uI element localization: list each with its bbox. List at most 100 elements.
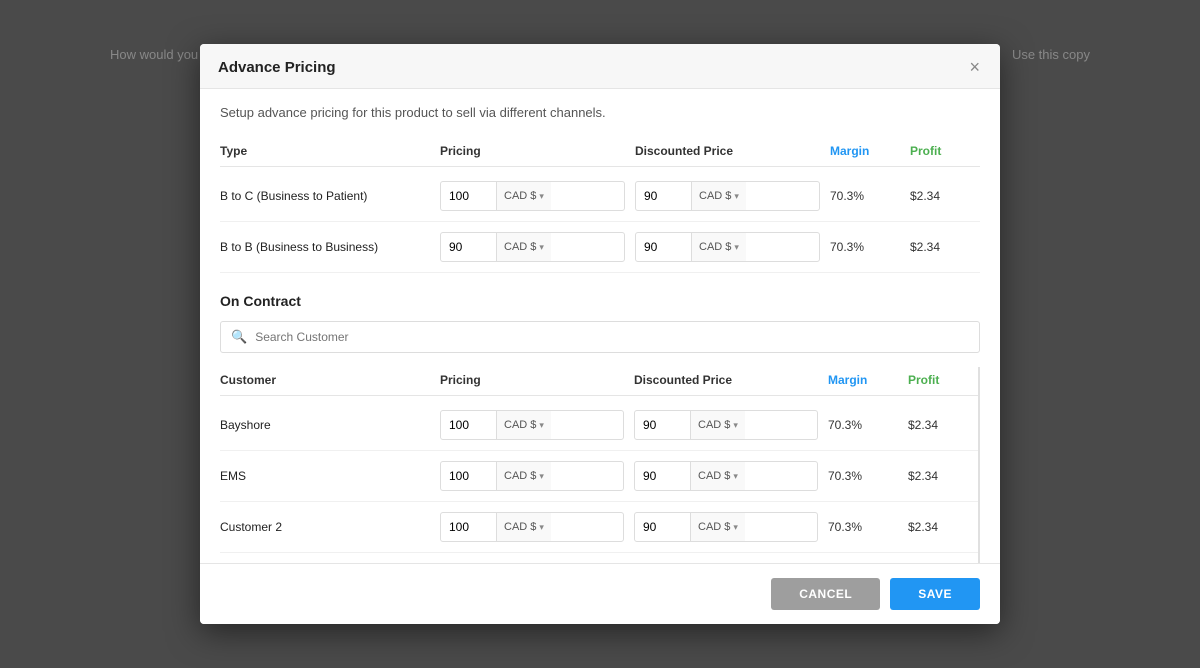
profit-value: $2.34	[910, 240, 980, 254]
th-pricing: Pricing	[440, 144, 635, 158]
search-bar[interactable]: 🔍	[220, 321, 980, 353]
table-row: Bayshore CAD $ ▾ CAD $	[220, 400, 978, 451]
margin-value: 70.3%	[828, 520, 908, 534]
discounted-input[interactable]	[635, 414, 690, 436]
pricing-currency-badge[interactable]: CAD $ ▾	[496, 411, 551, 439]
margin-value: 70.3%	[828, 418, 908, 432]
discounted-currency-label: CAD $	[699, 241, 731, 253]
margin-value: 70.3%	[828, 469, 908, 483]
th-discounted: Discounted Price	[635, 144, 830, 158]
th-pricing: Pricing	[440, 373, 634, 387]
pricing-input[interactable]	[441, 465, 496, 487]
on-contract-section: On Contract 🔍 Customer Pricing Discounte…	[220, 293, 980, 563]
discounted-input[interactable]	[636, 185, 691, 207]
pricing-input[interactable]	[441, 236, 496, 258]
pricing-currency-label: CAD $	[504, 521, 536, 533]
pricing-input-group[interactable]: CAD $ ▾	[440, 232, 625, 262]
contract-table: Customer Pricing Discounted Price Margin…	[220, 367, 980, 563]
th-discounted: Discounted Price	[634, 373, 828, 387]
profit-value: $2.34	[908, 520, 978, 534]
profit-value: $2.34	[908, 469, 978, 483]
save-button[interactable]: SAVE	[890, 578, 980, 610]
on-contract-title: On Contract	[220, 293, 980, 309]
discounted-currency-badge[interactable]: CAD $ ▾	[690, 411, 745, 439]
discounted-currency-badge[interactable]: CAD $ ▾	[691, 233, 746, 261]
discounted-currency-label: CAD $	[699, 190, 731, 202]
discounted-input[interactable]	[635, 465, 690, 487]
modal-title: Advance Pricing	[218, 59, 336, 76]
profit-value: $2.34	[910, 189, 980, 203]
pricing-input-group[interactable]: CAD $ ▾	[440, 461, 624, 491]
search-input[interactable]	[255, 330, 969, 344]
pricing-input[interactable]	[441, 185, 496, 207]
pricing-input-group[interactable]: CAD $ ▾	[440, 410, 624, 440]
chevron-down-icon: ▾	[539, 191, 544, 202]
table-row: B to C (Business to Patient) CAD $ ▾ CAD…	[220, 171, 980, 222]
chevron-down-icon: ▾	[734, 242, 739, 253]
discounted-input-group[interactable]: CAD $ ▾	[635, 181, 820, 211]
pricing-currency-badge[interactable]: CAD $ ▾	[496, 182, 551, 210]
th-profit: Profit	[908, 373, 978, 387]
close-button[interactable]: ×	[967, 58, 982, 76]
search-icon: 🔍	[231, 329, 247, 345]
th-type: Type	[220, 144, 440, 158]
table-row: Customer 2 CAD $ ▾ CAD $	[220, 502, 978, 553]
discounted-input[interactable]	[635, 516, 690, 538]
discounted-input-group[interactable]: CAD $ ▾	[634, 512, 818, 542]
chevron-down-icon: ▾	[539, 420, 544, 431]
pricing-table: Type Pricing Discounted Price Margin Pro…	[220, 138, 980, 273]
discounted-input[interactable]	[636, 236, 691, 258]
modal-overlay: Advance Pricing × Setup advance pricing …	[0, 0, 1200, 668]
margin-value: 70.3%	[830, 189, 910, 203]
pricing-input-group[interactable]: CAD $ ▾	[440, 512, 624, 542]
discounted-currency-badge[interactable]: CAD $ ▾	[690, 462, 745, 490]
modal-body: Setup advance pricing for this product t…	[200, 89, 1000, 563]
pricing-table-header: Type Pricing Discounted Price Margin Pro…	[220, 138, 980, 167]
pricing-currency-label: CAD $	[504, 190, 536, 202]
pricing-currency-badge[interactable]: CAD $ ▾	[496, 513, 551, 541]
chevron-down-icon: ▾	[539, 471, 544, 482]
pricing-input[interactable]	[441, 414, 496, 436]
chevron-down-icon: ▾	[734, 191, 739, 202]
pricing-currency-label: CAD $	[504, 470, 536, 482]
pricing-currency-badge[interactable]: CAD $ ▾	[496, 462, 551, 490]
pricing-input[interactable]	[441, 516, 496, 538]
customer-name: EMS	[220, 469, 440, 483]
table-row: Customer 3 CAD $ ▾ CAD $	[220, 553, 978, 563]
customer-name: Customer 2	[220, 520, 440, 534]
pricing-currency-badge[interactable]: CAD $ ▾	[496, 233, 551, 261]
modal-header: Advance Pricing ×	[200, 44, 1000, 89]
discounted-input-group[interactable]: CAD $ ▾	[634, 461, 818, 491]
modal-subtitle: Setup advance pricing for this product t…	[220, 105, 980, 120]
margin-value: 70.3%	[830, 240, 910, 254]
th-margin: Margin	[830, 144, 910, 158]
pricing-input-group[interactable]: CAD $ ▾	[440, 181, 625, 211]
discounted-currency-label: CAD $	[698, 419, 730, 431]
customer-name: Bayshore	[220, 418, 440, 432]
advance-pricing-modal: Advance Pricing × Setup advance pricing …	[200, 44, 1000, 624]
discounted-currency-badge[interactable]: CAD $ ▾	[690, 513, 745, 541]
row-type: B to C (Business to Patient)	[220, 189, 440, 203]
discounted-input-group[interactable]: CAD $ ▾	[635, 232, 820, 262]
discounted-currency-label: CAD $	[698, 470, 730, 482]
pricing-currency-label: CAD $	[504, 419, 536, 431]
profit-value: $2.34	[908, 418, 978, 432]
chevron-down-icon: ▾	[539, 242, 544, 253]
discounted-currency-label: CAD $	[698, 521, 730, 533]
chevron-down-icon: ▾	[733, 471, 738, 482]
discounted-currency-badge[interactable]: CAD $ ▾	[691, 182, 746, 210]
table-row: B to B (Business to Business) CAD $ ▾ CA…	[220, 222, 980, 273]
row-type: B to B (Business to Business)	[220, 240, 440, 254]
th-margin: Margin	[828, 373, 908, 387]
pricing-currency-label: CAD $	[504, 241, 536, 253]
th-profit: Profit	[910, 144, 980, 158]
cancel-button[interactable]: CANCEL	[771, 578, 880, 610]
discounted-input-group[interactable]: CAD $ ▾	[634, 410, 818, 440]
chevron-down-icon: ▾	[733, 420, 738, 431]
chevron-down-icon: ▾	[733, 522, 738, 533]
modal-footer: CANCEL SAVE	[200, 563, 1000, 624]
th-customer: Customer	[220, 373, 440, 387]
table-row: EMS CAD $ ▾ CAD $ ▾	[220, 451, 978, 502]
chevron-down-icon: ▾	[539, 522, 544, 533]
contract-table-header: Customer Pricing Discounted Price Margin…	[220, 367, 978, 396]
